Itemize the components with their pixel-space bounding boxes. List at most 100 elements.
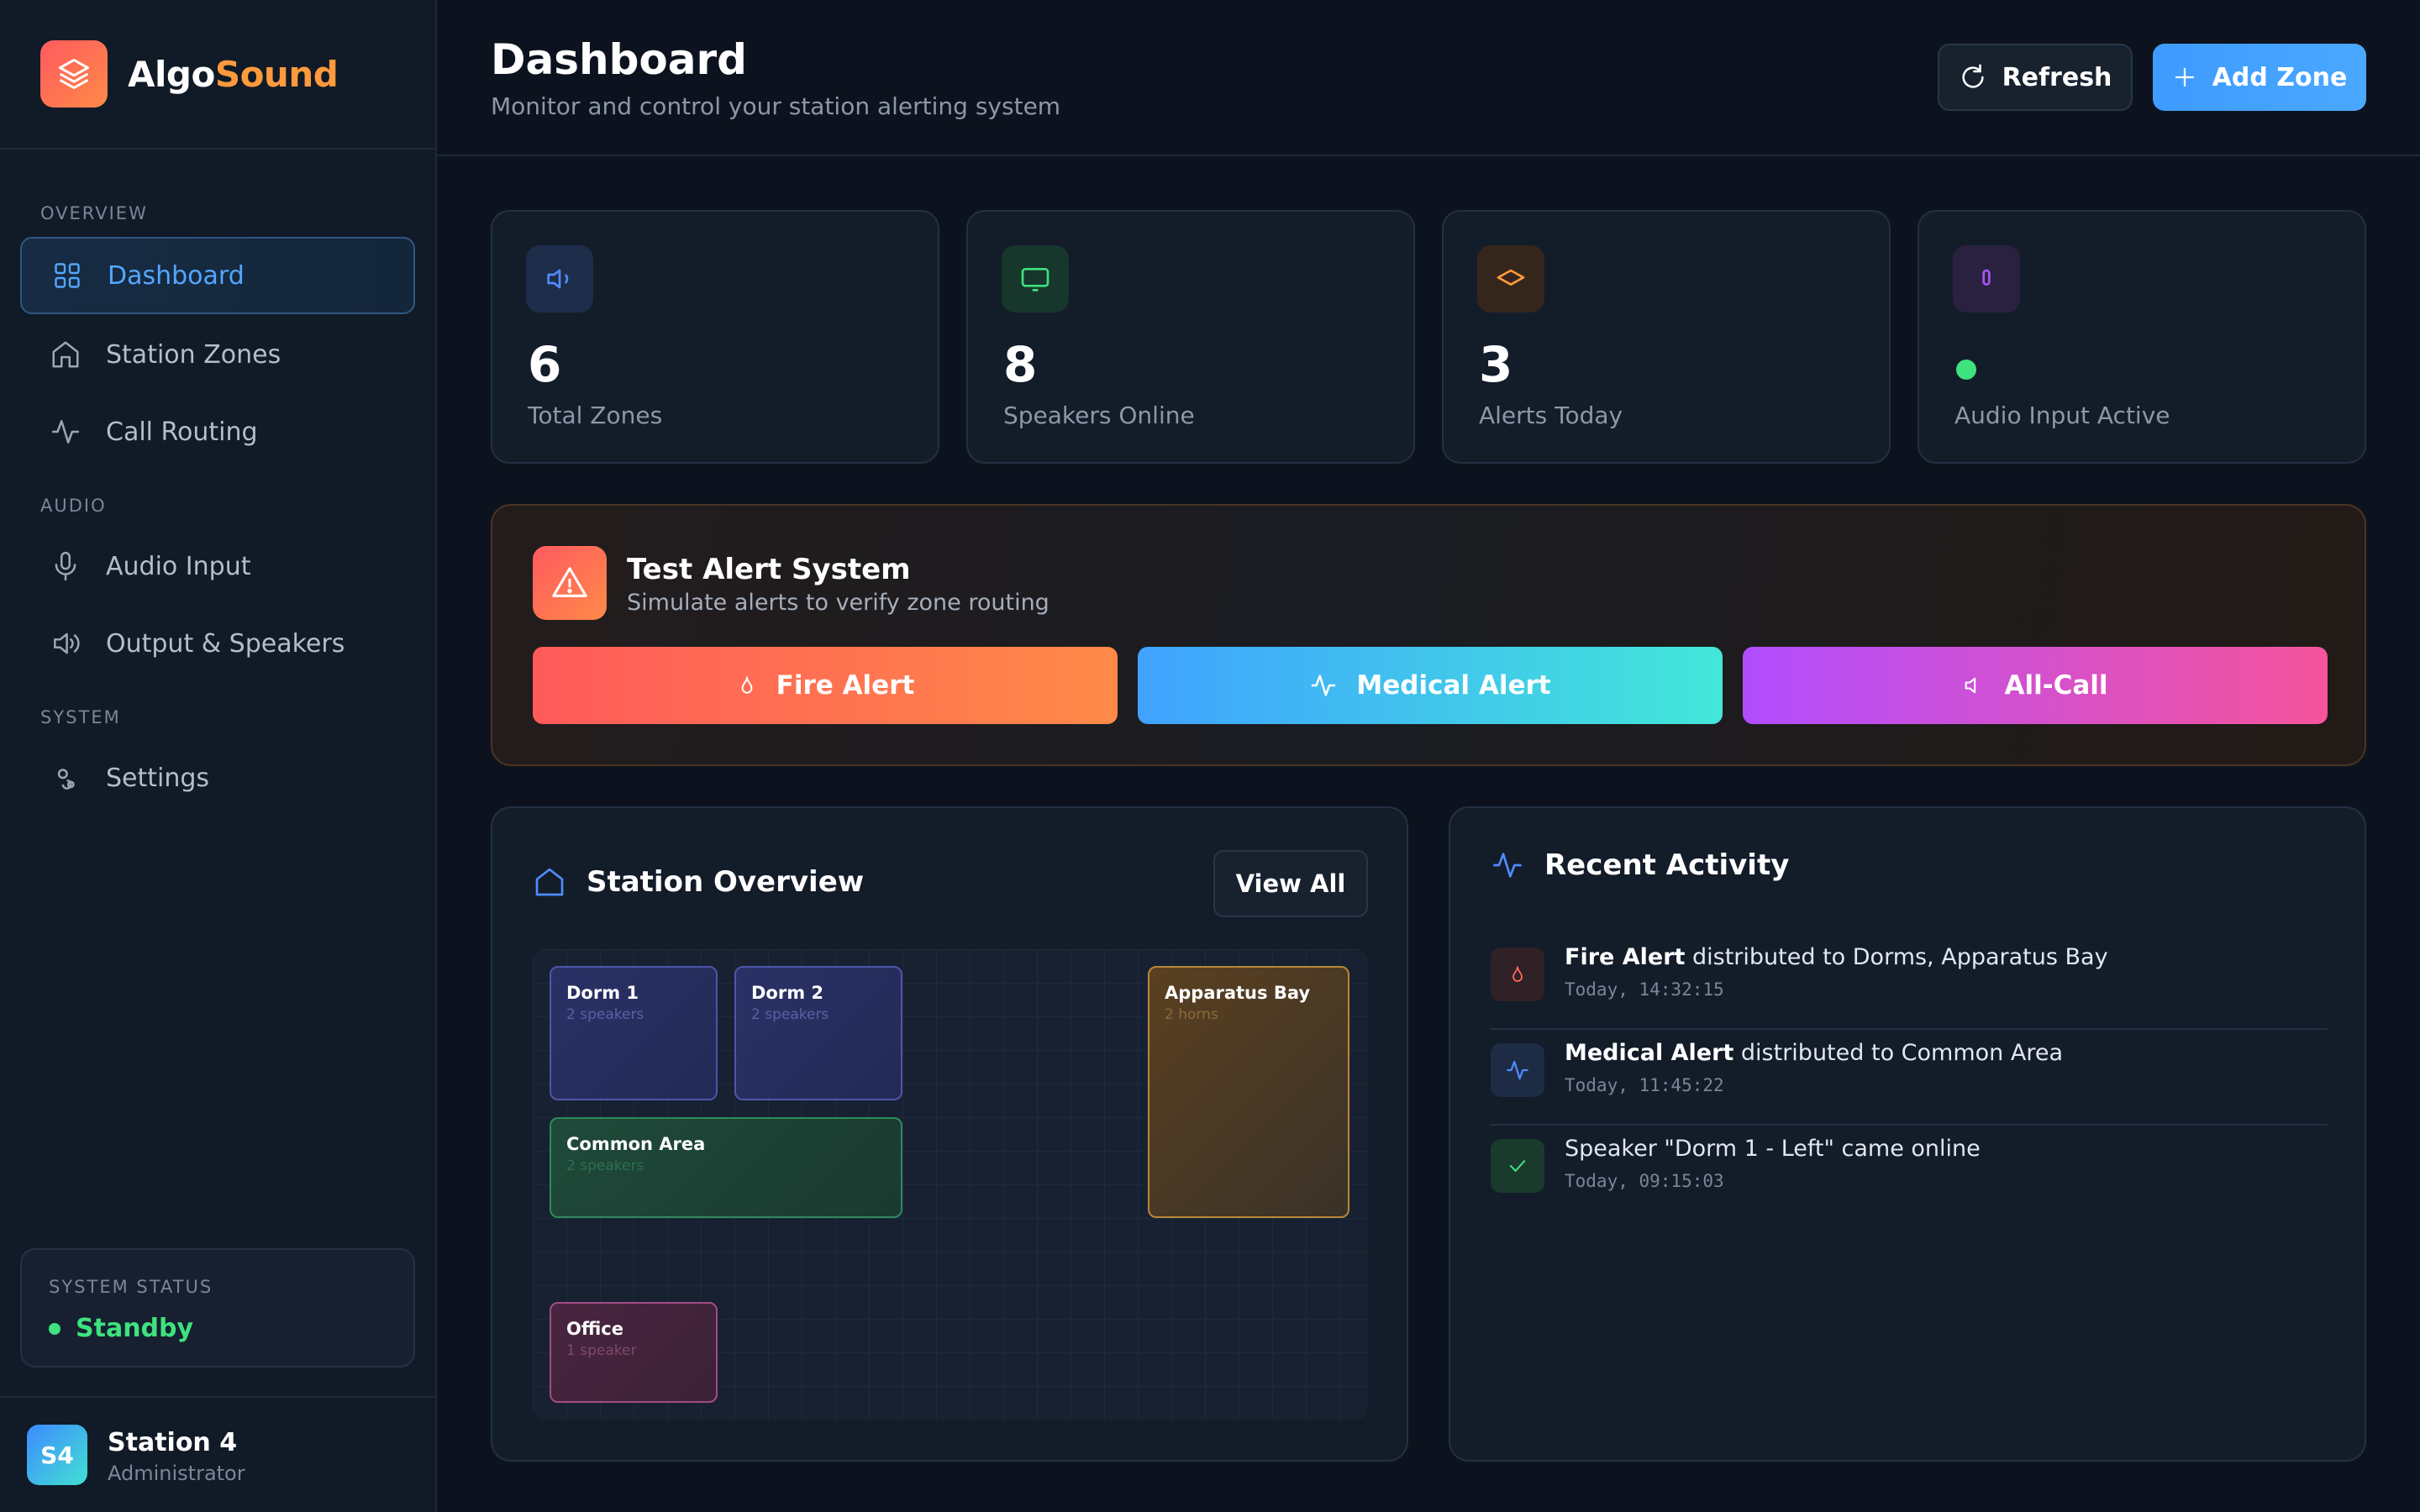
page-title: Dashboard: [491, 35, 747, 84]
system-status-text: Standby: [76, 1314, 194, 1343]
sidebar-item-call-routing[interactable]: Call Routing: [20, 393, 415, 470]
activity-time: Today, 09:15:03: [1565, 1171, 1724, 1191]
activity-rest: Speaker "Dorm 1 - Left" came online: [1565, 1136, 1981, 1162]
refresh-button[interactable]: Refresh: [1938, 44, 2133, 111]
fire-alert-button[interactable]: Fire Alert: [533, 647, 1118, 724]
zone-detail: 2 horns: [1165, 1006, 1218, 1023]
activity-text: Medical Alert distributed to Common Area: [1565, 1040, 2063, 1066]
system-status-label: SYSTEM STATUS: [49, 1277, 213, 1297]
fire-alert-label: Fire Alert: [776, 670, 915, 701]
zone-detail: 2 speakers: [751, 1006, 829, 1023]
monitor-icon: [1002, 245, 1069, 312]
nav-section-overview: OVERVIEW: [40, 203, 148, 223]
activity-time: Today, 14:32:15: [1565, 979, 1724, 1000]
sidebar: AlgoSound OVERVIEW Dashboard Station Zon…: [0, 0, 437, 1512]
test-alert-panel: Test Alert System Simulate alerts to ver…: [491, 504, 2366, 766]
zone-dorm-1[interactable]: Dorm 1 2 speakers: [550, 966, 718, 1100]
list-item[interactable]: Speaker "Dorm 1 - Left" came online Toda…: [1491, 1126, 2328, 1221]
stat-card-total-zones: 6 Total Zones: [491, 210, 939, 464]
activity-bold: Medical Alert: [1565, 1040, 1734, 1066]
avatar[interactable]: S4: [27, 1425, 87, 1485]
add-zone-button[interactable]: Add Zone: [2153, 44, 2366, 111]
recent-activity-panel: Recent Activity Fire Alert distributed t…: [1449, 806, 2366, 1462]
zone-detail: 2 speakers: [566, 1158, 644, 1174]
refresh-label: Refresh: [2002, 62, 2112, 92]
zone-common-area[interactable]: Common Area 2 speakers: [550, 1117, 902, 1218]
pulse-icon: [1491, 1043, 1544, 1097]
activity-rest: distributed to Dorms, Apparatus Bay: [1685, 944, 2108, 970]
user-role: Administrator: [108, 1462, 245, 1485]
status-dot-icon: [49, 1322, 60, 1335]
brand-name-part2: Sound: [214, 53, 339, 95]
sidebar-item-label: Station Zones: [106, 339, 281, 370]
activity-time: Today, 11:45:22: [1565, 1075, 1724, 1095]
test-alert-subtitle: Simulate alerts to verify zone routing: [627, 590, 1050, 616]
plus-icon: [2172, 65, 2197, 90]
medical-alert-button[interactable]: Medical Alert: [1138, 647, 1723, 724]
stat-label: Alerts Today: [1479, 402, 1623, 429]
grid-icon: [49, 257, 86, 294]
activity-rest: distributed to Common Area: [1733, 1040, 2063, 1066]
zone-apparatus-bay[interactable]: Apparatus Bay 2 horns: [1148, 966, 1349, 1218]
page-subtitle: Monitor and control your station alertin…: [491, 92, 1061, 120]
sidebar-item-settings[interactable]: Settings: [20, 739, 415, 816]
layers-logo-icon: [40, 40, 108, 108]
audio-active-dot: [1956, 360, 1976, 380]
speaker-icon: [526, 245, 593, 312]
zone-name: Common Area: [566, 1134, 706, 1154]
stat-card-audio-input: Audio Input Active: [1918, 210, 2366, 464]
user-divider: [0, 1396, 437, 1398]
station-overview-title-text: Station Overview: [587, 865, 865, 899]
sidebar-item-output-speakers[interactable]: Output & Speakers: [20, 605, 415, 682]
zone-name: Dorm 2: [751, 983, 824, 1003]
refresh-icon: [1959, 63, 1987, 92]
all-call-label: All-Call: [2004, 670, 2108, 701]
microphone-icon: [1953, 245, 2020, 312]
brand-name-part1: Algo: [128, 53, 215, 95]
brand-name: AlgoSound: [128, 53, 339, 95]
zone-dorm-2[interactable]: Dorm 2 2 speakers: [734, 966, 902, 1100]
activity-bold: Fire Alert: [1565, 944, 1686, 970]
add-zone-label: Add Zone: [2212, 62, 2348, 92]
recent-activity-title: Recent Activity: [1491, 848, 1789, 882]
list-item[interactable]: Fire Alert distributed to Dorms, Apparat…: [1491, 934, 2328, 1030]
station-overview-panel: Station Overview View All Dorm 1 2 speak…: [491, 806, 1408, 1462]
zone-name: Apparatus Bay: [1165, 983, 1311, 1003]
layers-icon: [1477, 245, 1544, 312]
system-status-value: Standby: [49, 1314, 193, 1343]
activity-icon: [47, 413, 84, 450]
zone-detail: 1 speaker: [566, 1342, 637, 1359]
gear-icon: [47, 759, 84, 796]
stat-card-speakers-online: 8 Speakers Online: [966, 210, 1415, 464]
home-icon: [533, 865, 566, 899]
list-item[interactable]: Medical Alert distributed to Common Area…: [1491, 1030, 2328, 1126]
warning-icon: [533, 546, 607, 620]
sidebar-divider: [0, 148, 437, 150]
home-icon: [47, 336, 84, 373]
sidebar-item-label: Audio Input: [106, 551, 251, 581]
flame-icon: [736, 675, 758, 696]
activity-text: Speaker "Dorm 1 - Left" came online: [1565, 1136, 1981, 1162]
activity-icon: [1491, 848, 1524, 882]
sidebar-item-station-zones[interactable]: Station Zones: [20, 316, 415, 393]
stat-label: Total Zones: [528, 402, 663, 429]
user-name: Station 4: [108, 1428, 238, 1457]
speaker-icon: [1962, 674, 1986, 697]
zone-name: Office: [566, 1319, 623, 1339]
view-all-button[interactable]: View All: [1213, 850, 1368, 917]
header: Dashboard Monitor and control your stati…: [437, 0, 2420, 156]
sidebar-item-label: Call Routing: [106, 417, 258, 447]
station-overview-title: Station Overview: [533, 865, 864, 899]
brand[interactable]: AlgoSound: [40, 40, 339, 108]
microphone-icon: [47, 548, 84, 585]
zone-office[interactable]: Office 1 speaker: [550, 1302, 718, 1403]
nav-section-system: SYSTEM: [40, 707, 121, 727]
flame-icon: [1491, 948, 1544, 1001]
system-status-card: SYSTEM STATUS Standby: [20, 1248, 415, 1368]
sidebar-item-audio-input[interactable]: Audio Input: [20, 528, 415, 605]
stat-value: 6: [528, 336, 562, 393]
all-call-button[interactable]: All-Call: [1743, 647, 2328, 724]
sidebar-item-dashboard[interactable]: Dashboard: [20, 237, 415, 314]
pulse-icon: [1309, 671, 1338, 700]
medical-alert-label: Medical Alert: [1356, 670, 1551, 701]
